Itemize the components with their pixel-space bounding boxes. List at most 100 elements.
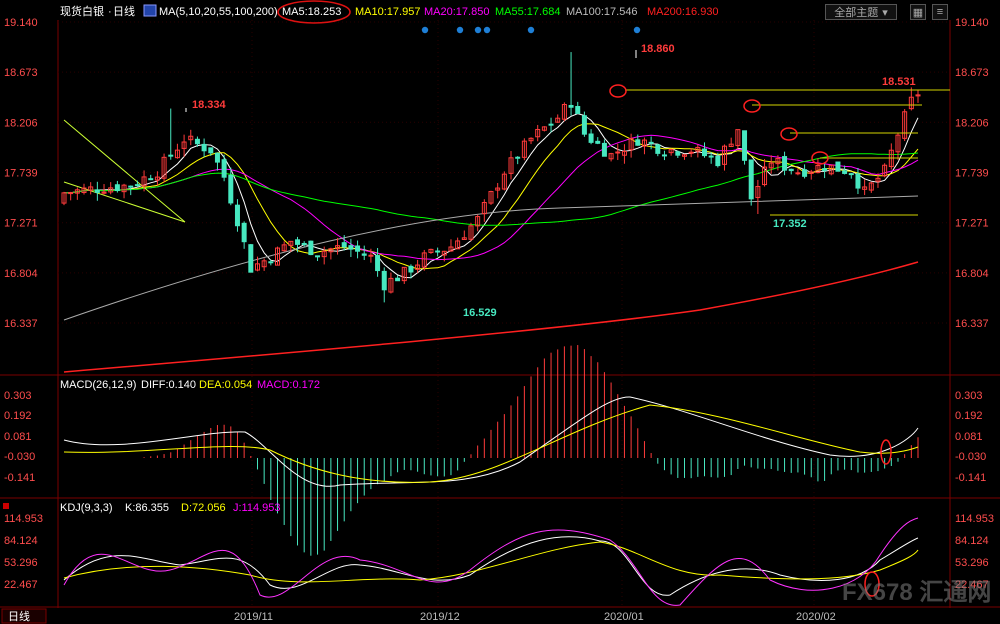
event-dot [421, 26, 429, 34]
chevron-down-icon: ▾ [882, 6, 888, 19]
macd-label: MACD(26,12,9) [60, 379, 136, 391]
candle-body [842, 170, 848, 174]
candle-body [835, 161, 841, 172]
macd-tick-label: 0.081 [4, 431, 32, 443]
candle-body [228, 174, 234, 204]
period-tab[interactable]: 日线 [1, 608, 47, 624]
candle-body [201, 143, 207, 152]
candle-body [134, 184, 140, 187]
kdj-j: J:114.953 [233, 502, 281, 514]
price-tick-label: 17.739 [4, 167, 38, 179]
macd-header: MACD(26,12,9) DIFF:0.140 DEA:0.054 MACD:… [60, 379, 320, 391]
kdj-tick-label: 22.467 [4, 579, 38, 591]
macd-tick-label: -0.141 [955, 472, 986, 484]
candle-body [675, 151, 681, 156]
candle-body [214, 152, 220, 163]
price-tick-label: 18.673 [955, 67, 989, 79]
kdj-k-line [63, 536, 919, 596]
candle-body [795, 172, 801, 175]
candle-body [822, 168, 828, 172]
candle-body [341, 242, 347, 248]
candle-body [234, 204, 240, 227]
candle-body [395, 277, 401, 282]
macd-tick-label: -0.030 [4, 451, 35, 463]
macd-tick-label: 0.303 [955, 390, 983, 402]
candle-body [361, 253, 367, 256]
candle-body [575, 106, 581, 115]
event-dot [483, 26, 491, 34]
macd-value: MACD:0.172 [257, 379, 320, 391]
price-tick-label: 19.140 [4, 17, 38, 29]
high-label: 18.860 [641, 43, 675, 55]
kdj-tick-label: 84.124 [4, 535, 38, 547]
candle-body [702, 148, 707, 157]
period-label: 日线 [113, 4, 135, 18]
candle-body [601, 142, 607, 157]
price-tick-label: 16.337 [4, 318, 38, 330]
candle-body [368, 254, 374, 257]
candle-body [168, 154, 174, 157]
kdj-marker-icon [3, 503, 9, 509]
macd-tick-label: -0.141 [4, 472, 35, 484]
event-dot [527, 26, 535, 34]
period-tab-label: 日线 [8, 609, 30, 623]
candle-body [848, 173, 854, 176]
price-axis-left: 19.140 18.673 18.206 17.739 17.271 16.804 16.3… [4, 17, 43, 591]
candle-body [68, 192, 74, 195]
candle-body [802, 169, 808, 177]
candle-body [595, 140, 601, 144]
candle-body [568, 104, 574, 108]
candle-body [241, 222, 247, 243]
high-label: 18.531 [882, 76, 916, 88]
candle-body [381, 270, 387, 291]
theme-selector[interactable]: 全部主题 ▾ [825, 4, 897, 20]
period-prefix: · [108, 6, 112, 18]
kdj-tick-label: 114.953 [955, 513, 994, 525]
low-label: 16.529 [463, 307, 497, 319]
event-dot [474, 26, 482, 34]
settings-icon[interactable]: ▦ [910, 4, 926, 20]
candle-body [128, 185, 134, 188]
macd-tick-label: 0.192 [955, 410, 983, 422]
macd-tick-label: 0.081 [955, 431, 983, 443]
ma20-value: MA20:17.850 [424, 6, 489, 18]
macd-panel [63, 345, 919, 556]
kdj-tick-label: 114.953 [4, 513, 43, 525]
price-tick-label: 17.271 [955, 218, 989, 230]
date-label: 2020/02 [796, 611, 836, 623]
price-tick-label: 18.673 [4, 67, 38, 79]
candle-body [208, 147, 214, 154]
kdj-tick-label: 53.296 [955, 557, 989, 569]
event-dot [633, 26, 641, 34]
price-axis-right: 19.140 18.673 18.206 17.739 17.271 16.804 16.3… [955, 17, 994, 591]
support-resistance-lines: 18.334 16.529 18.860 17.352 18.531 [185, 43, 950, 319]
trend-line [63, 119, 186, 223]
candle-body [101, 191, 107, 194]
theme-selector-label: 全部主题 [834, 7, 879, 19]
candle-body [295, 239, 301, 245]
indicator-icon[interactable] [143, 4, 157, 17]
candle-body [375, 255, 381, 272]
candle-body [742, 130, 748, 161]
candle-body [655, 144, 661, 154]
low-label: 17.352 [773, 218, 807, 230]
candle-body [301, 242, 307, 245]
instrument-title: 现货白银 [60, 4, 104, 18]
price-tick-label: 18.206 [955, 117, 989, 129]
candle-body [782, 156, 788, 171]
candle-body [221, 159, 227, 178]
ma-spec: MA(5,10,20,55,100,200) [159, 6, 278, 18]
candle-body [408, 265, 414, 273]
menu-icon[interactable]: ≡ [932, 4, 948, 20]
price-tick-label: 19.140 [955, 17, 989, 29]
candle-body [194, 138, 200, 145]
date-axis: 2019/11 2019/12 2020/01 2020/02 [234, 611, 836, 623]
highlight-circle [743, 99, 761, 113]
candle-body [114, 184, 120, 192]
price-chart[interactable]: 19.140 18.673 18.206 17.739 17.271 16.804 16.3… [0, 0, 1000, 624]
kdj-panel [63, 517, 919, 606]
kdj-d: D:72.056 [181, 502, 226, 514]
candle-body [435, 250, 441, 253]
candle-body [648, 141, 654, 144]
kdj-header: KDJ(9,3,3) K:86.355 D:72.056 J:114.953 [3, 502, 281, 514]
